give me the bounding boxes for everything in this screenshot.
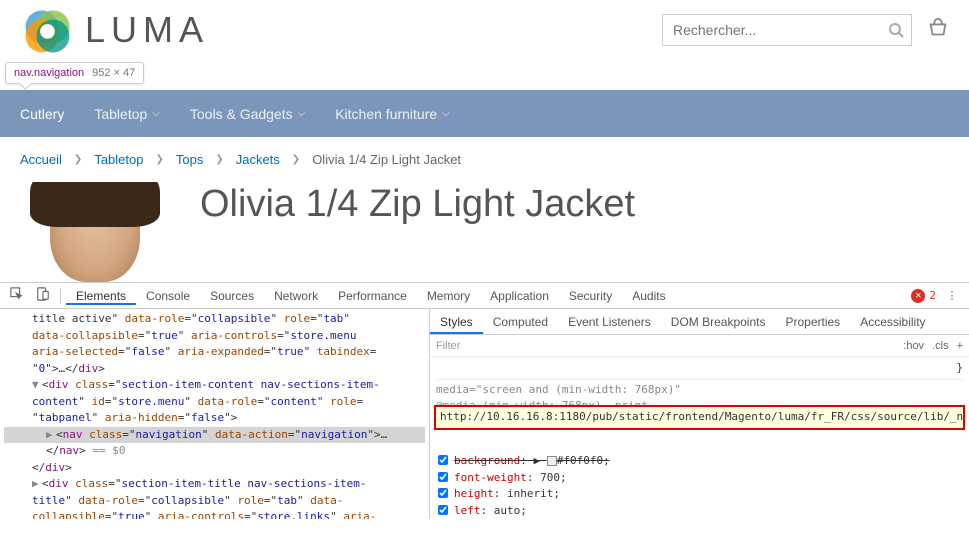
inspector-tooltip: nav.navigation 952 × 47 [5, 62, 144, 84]
nav-item[interactable]: Kitchen furniture⌵ [335, 106, 450, 122]
styles-filter-input[interactable]: Filter [436, 340, 460, 352]
error-count[interactable]: 2 [929, 289, 936, 302]
breadcrumb-link[interactable]: Jackets [236, 152, 280, 167]
search-input[interactable] [662, 14, 912, 46]
chevron-right-icon: ❯ [292, 154, 300, 165]
error-badge-icon[interactable]: ✕ [911, 289, 925, 303]
property-checkbox[interactable] [438, 455, 448, 465]
breadcrumb: Accueil ❯ Tabletop ❯ Tops ❯ Jackets ❯ Olivia 1/4… [0, 137, 969, 182]
chevron-down-icon: ⌵ [152, 108, 160, 119]
search-icon[interactable] [888, 22, 904, 41]
css-property[interactable]: font-weight: 700; [436, 470, 963, 487]
chevron-right-icon: ❯ [215, 154, 223, 165]
devtools-tab[interactable]: Audits [622, 289, 675, 303]
add-rule-icon[interactable]: + [957, 340, 963, 352]
url-tooltip: http://10.16.16.8:1180/pub/static/fronte… [434, 405, 965, 430]
breadcrumb-link[interactable]: Tabletop [94, 152, 143, 167]
breadcrumb-link[interactable]: Tops [176, 152, 203, 167]
property-checkbox[interactable] [438, 472, 448, 482]
nav-item[interactable]: Tools & Gadgets⌵ [190, 106, 305, 122]
tooltip-dimensions: 952 × 47 [92, 67, 135, 79]
devtools-tab[interactable]: Security [559, 289, 622, 303]
main-navigation: Cutlery Tabletop⌵ Tools & Gadgets⌵ Kitchen … [0, 90, 969, 137]
css-property[interactable]: height: inherit; [436, 486, 963, 503]
property-checkbox[interactable] [438, 505, 448, 515]
devtools-tabs: ElementsConsoleSourcesNetworkPerformance… [0, 283, 969, 309]
product-image [20, 182, 170, 282]
cls-toggle[interactable]: .cls [932, 340, 949, 352]
devtools-panel: ElementsConsoleSourcesNetworkPerformance… [0, 282, 969, 519]
property-checkbox[interactable] [438, 488, 448, 498]
styles-tab[interactable]: Computed [483, 309, 558, 334]
styles-panel: StylesComputedEvent ListenersDOM Breakpo… [429, 309, 969, 519]
devtools-tab[interactable]: Application [480, 289, 559, 303]
styles-tab[interactable]: Properties [775, 309, 850, 334]
devtools-tab[interactable]: Elements [66, 289, 136, 305]
chevron-right-icon: ❯ [155, 154, 163, 165]
logo-icon [20, 3, 75, 58]
devtools-tab[interactable]: Performance [328, 289, 417, 303]
styles-rules[interactable]: } media="screen and (min-width: 768px)" … [430, 357, 969, 519]
chevron-right-icon: ❯ [74, 154, 82, 165]
devtools-tab[interactable]: Network [264, 289, 328, 303]
cart-icon[interactable] [927, 18, 949, 43]
more-icon[interactable]: ⋮ [940, 289, 964, 302]
chevron-down-icon: ⌵ [442, 108, 450, 119]
nav-item[interactable]: Tabletop⌵ [94, 106, 160, 122]
styles-tab[interactable]: Accessibility [850, 309, 935, 334]
devtools-tab[interactable]: Sources [200, 289, 264, 303]
elements-tree[interactable]: title active" data-role="collapsible" ro… [0, 309, 429, 519]
devtools-tab[interactable]: Memory [417, 289, 480, 303]
css-property[interactable]: background: ▶ #f0f0f0; [436, 453, 963, 470]
styles-tab[interactable]: Event Listeners [558, 309, 661, 334]
styles-tab[interactable]: DOM Breakpoints [661, 309, 776, 334]
logo[interactable]: LUMA [20, 3, 209, 58]
logo-text: LUMA [85, 9, 209, 51]
search-box [662, 14, 912, 46]
styles-tab[interactable]: Styles [430, 309, 483, 334]
inspect-icon[interactable] [5, 287, 29, 304]
color-swatch-icon[interactable] [547, 456, 557, 466]
chevron-down-icon: ⌵ [298, 108, 306, 119]
breadcrumb-current: Olivia 1/4 Zip Light Jacket [312, 152, 461, 167]
product-title: Olivia 1/4 Zip Light Jacket [200, 182, 635, 282]
breadcrumb-link[interactable]: Accueil [20, 152, 62, 167]
hov-toggle[interactable]: :hov [903, 340, 924, 352]
nav-item[interactable]: Cutlery [20, 106, 64, 122]
devtools-tab[interactable]: Console [136, 289, 200, 303]
device-icon[interactable] [31, 287, 55, 304]
tooltip-selector: nav.navigation [14, 67, 84, 79]
css-property[interactable]: left: auto; [436, 503, 963, 520]
